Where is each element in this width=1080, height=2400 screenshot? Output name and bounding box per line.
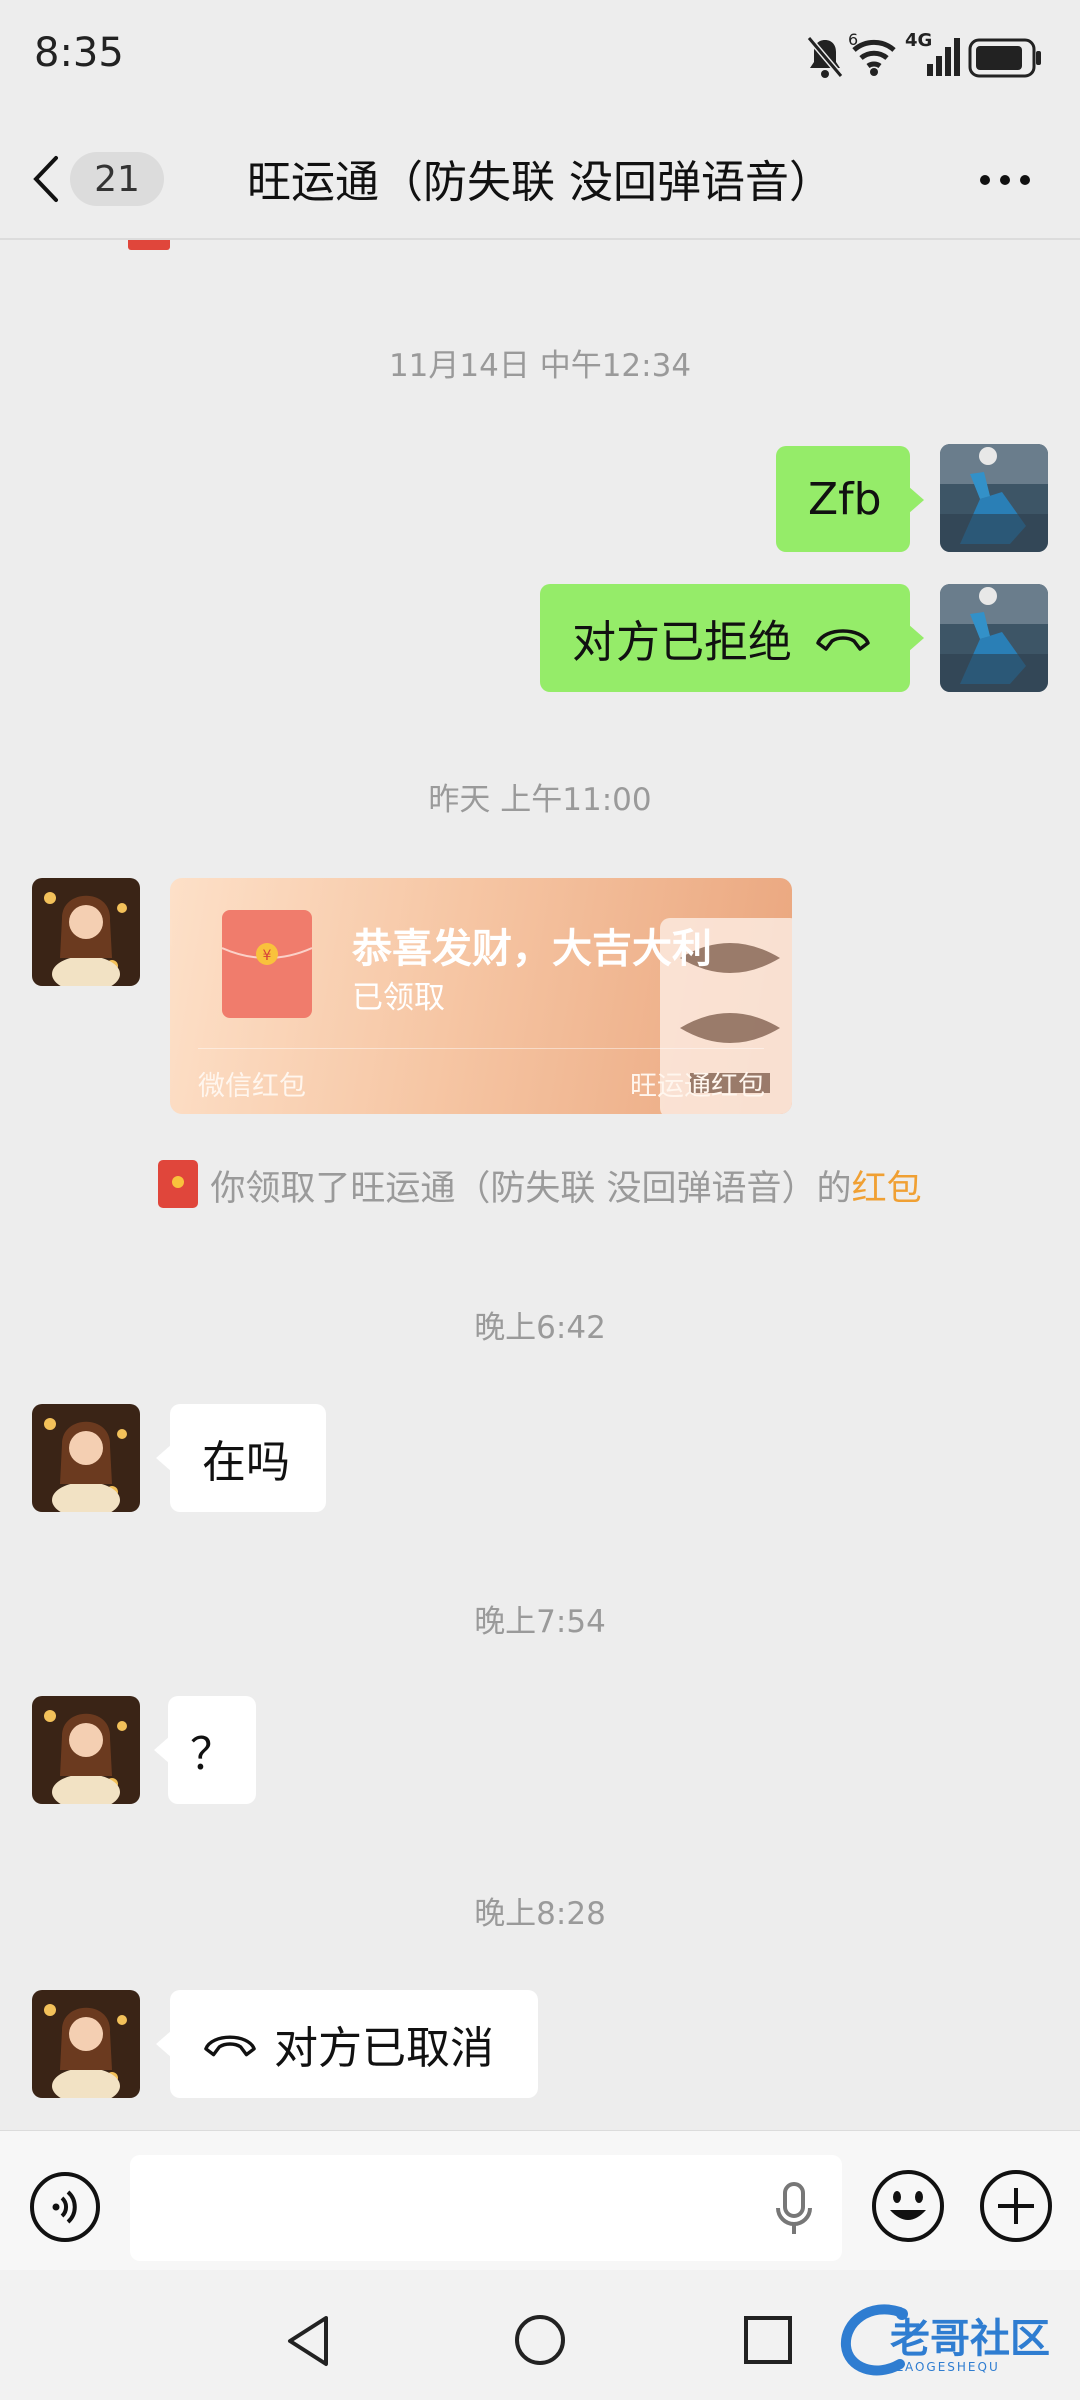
red-packet-cover-name: 旺运通红包 bbox=[630, 1071, 765, 1102]
red-packet-link[interactable]: 红包 bbox=[852, 1169, 922, 1209]
red-packet-title: 恭喜发财，大吉大利 bbox=[352, 926, 712, 972]
timestamp: 晚上6:42 bbox=[474, 1310, 606, 1346]
contact-avatar[interactable] bbox=[32, 878, 140, 986]
red-packet-status: 已领取 bbox=[352, 980, 445, 1016]
unread-count-badge: 21 bbox=[70, 152, 164, 206]
battery-icon bbox=[968, 38, 1041, 78]
microphone-icon[interactable] bbox=[774, 2182, 814, 2238]
nav-recents-icon[interactable] bbox=[742, 2314, 794, 2366]
emoji-icon[interactable] bbox=[870, 2168, 946, 2244]
timestamp: 晚上7:54 bbox=[474, 1604, 606, 1640]
nav-home-icon[interactable] bbox=[512, 2312, 568, 2368]
my-avatar[interactable] bbox=[940, 444, 1048, 552]
timestamp: 11月14日 中午12:34 bbox=[388, 348, 692, 384]
svg-text:¥: ¥ bbox=[263, 948, 272, 964]
received-message-bubble[interactable]: ？ bbox=[154, 1696, 256, 1804]
nav-back-icon[interactable] bbox=[282, 2312, 334, 2370]
sent-call-bubble[interactable]: 对方已拒绝 bbox=[540, 584, 924, 692]
watermark-text: 老哥社区 bbox=[890, 2316, 1050, 2362]
phone-hangup-icon bbox=[816, 629, 870, 651]
timestamp: 昨天 上午11:00 bbox=[428, 782, 652, 818]
phone-hangup-icon bbox=[204, 2035, 256, 2057]
back-button[interactable]: 21 bbox=[30, 148, 180, 210]
contact-avatar[interactable] bbox=[32, 1404, 140, 1512]
red-packet-divider bbox=[198, 1048, 764, 1049]
wifi-index: 6 bbox=[848, 30, 859, 49]
status-bar: 8:35 6 4G bbox=[0, 0, 1080, 118]
red-envelope-icon: ¥ bbox=[222, 910, 312, 1018]
sent-message-bubble[interactable]: Zfb bbox=[776, 446, 924, 552]
more-options-icon[interactable] bbox=[975, 160, 1035, 200]
call-status-text: 对方已取消 bbox=[274, 2023, 494, 2074]
system-note-text: 你领取了旺运通（防失联 没回弹语音）的 bbox=[210, 1169, 852, 1209]
wifi-icon: 6 bbox=[848, 30, 900, 80]
received-message-bubble[interactable]: 在吗 bbox=[156, 1404, 326, 1512]
contact-avatar[interactable] bbox=[32, 1990, 140, 2098]
scrolled-red-packet-icon bbox=[128, 240, 170, 250]
voice-mode-icon[interactable] bbox=[28, 2170, 102, 2244]
message-text: 在吗 bbox=[202, 1437, 290, 1488]
watermark-logo: 老哥社区 LAOGESHEQU bbox=[840, 2300, 1070, 2390]
message-text: Zfb bbox=[808, 473, 882, 525]
red-packet-card[interactable]: ¥ 恭喜发财，大吉大利 已领取 微信红包 旺运通红包 bbox=[170, 878, 792, 1114]
chat-title: 旺运通（防失联 没回弹语音） bbox=[247, 157, 833, 208]
mute-bell-icon bbox=[806, 36, 844, 78]
received-call-bubble[interactable]: 对方已取消 bbox=[156, 1990, 538, 2098]
contact-avatar[interactable] bbox=[32, 1696, 140, 1804]
red-packet-small-icon bbox=[158, 1160, 199, 1208]
system-note: 你领取了旺运通（防失联 没回弹语音）的红包 bbox=[0, 1160, 1080, 1211]
message-input[interactable] bbox=[130, 2155, 842, 2261]
watermark-subtext: LAOGESHEQU bbox=[896, 2360, 1000, 2374]
my-avatar[interactable] bbox=[940, 584, 1048, 692]
chevron-left-icon bbox=[33, 156, 58, 202]
plus-icon[interactable] bbox=[978, 2168, 1054, 2244]
status-time: 8:35 bbox=[34, 30, 124, 76]
call-status-text: 对方已拒绝 bbox=[572, 617, 792, 668]
timestamp: 晚上8:28 bbox=[474, 1896, 606, 1932]
red-packet-source: 微信红包 bbox=[198, 1071, 306, 1102]
message-text: ？ bbox=[190, 1729, 234, 1780]
